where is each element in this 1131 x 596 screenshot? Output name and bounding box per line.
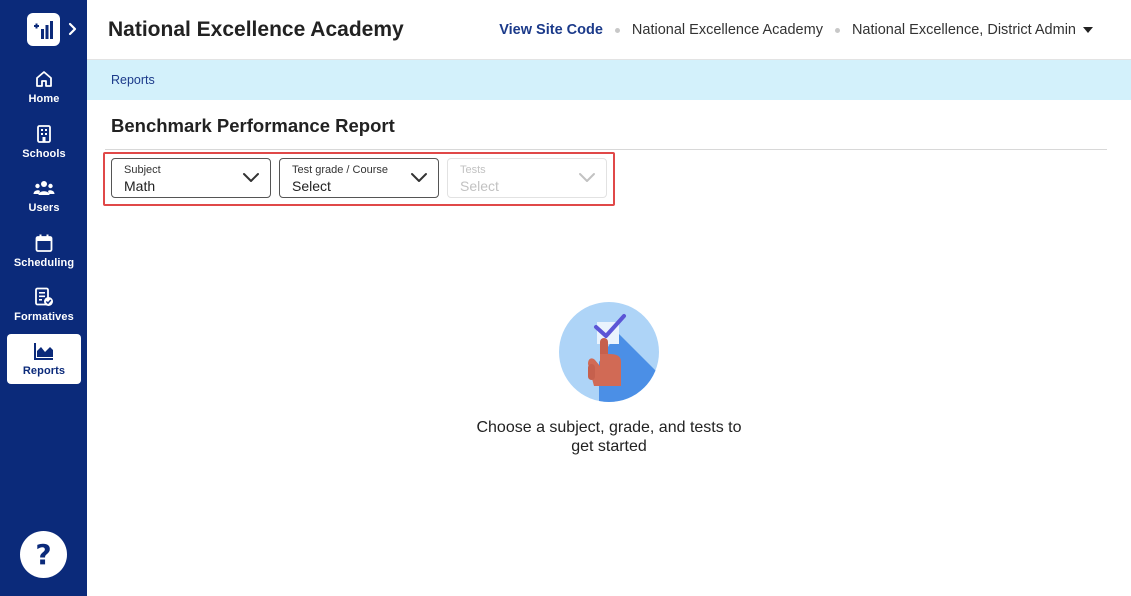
building-icon (33, 123, 55, 145)
sidebar-item-users[interactable]: Users (7, 171, 81, 221)
header-actions: View Site Code National Excellence Acade… (499, 22, 1093, 38)
grade-course-select[interactable]: Test grade / Course Select (279, 158, 439, 198)
chevron-down-icon (579, 173, 595, 182)
expand-sidebar-icon[interactable] (66, 20, 80, 38)
subject-select-label: Subject (124, 164, 161, 176)
grade-course-select-value: Select (292, 178, 331, 194)
sidebar-item-home[interactable]: Home (7, 62, 81, 112)
breadcrumb-bar: Reports (87, 60, 1131, 100)
help-icon: ? (35, 538, 52, 571)
caret-down-icon[interactable] (1083, 27, 1093, 33)
user-role-menu[interactable]: National Excellence, District Admin (852, 22, 1076, 38)
separator-dot (614, 27, 620, 33)
tests-select-label: Tests (460, 164, 486, 176)
sidebar-item-label: Formatives (14, 311, 74, 323)
tests-select: Tests Select (447, 158, 607, 198)
page-title: Benchmark Performance Report (111, 115, 395, 136)
sidebar-item-formatives[interactable]: Formatives (7, 280, 81, 330)
tests-select-value: Select (460, 178, 499, 194)
logo-icon (33, 20, 53, 39)
sidebar-item-label: Users (28, 202, 60, 214)
sidebar-item-label: Home (28, 93, 60, 105)
page-header-title: National Excellence Academy (108, 18, 404, 41)
chart-icon (33, 340, 55, 362)
sidebar: Home Schools Users Scheduling Formatives… (0, 0, 87, 596)
grade-course-select-label: Test grade / Course (292, 164, 388, 176)
breadcrumb-reports[interactable]: Reports (111, 73, 155, 87)
subject-select-value: Math (124, 178, 156, 194)
separator-dot (834, 27, 840, 33)
divider (105, 149, 1107, 150)
sidebar-item-reports[interactable]: Reports (7, 334, 81, 384)
sidebar-item-label: Schools (22, 148, 66, 160)
chevron-down-icon (243, 173, 259, 182)
help-button[interactable]: ? (20, 531, 67, 578)
top-header: National Excellence Academy View Site Co… (87, 0, 1131, 60)
sidebar-item-scheduling[interactable]: Scheduling (7, 226, 81, 276)
sidebar-item-label: Reports (22, 365, 66, 377)
chevron-down-icon (411, 173, 427, 182)
document-check-icon (33, 286, 55, 308)
school-name[interactable]: National Excellence Academy (632, 22, 823, 38)
app-logo[interactable] (27, 13, 60, 46)
choose-illustration-icon (559, 302, 659, 402)
subject-select[interactable]: Subject Math (111, 158, 271, 198)
users-icon (33, 177, 55, 199)
view-site-code-link[interactable]: View Site Code (499, 22, 603, 38)
sidebar-item-label: Scheduling (13, 257, 75, 269)
sidebar-item-schools[interactable]: Schools (7, 117, 81, 167)
empty-state-message: Choose a subject, grade, and tests to ge… (476, 419, 742, 455)
calendar-icon (33, 232, 55, 254)
home-icon (33, 68, 55, 90)
